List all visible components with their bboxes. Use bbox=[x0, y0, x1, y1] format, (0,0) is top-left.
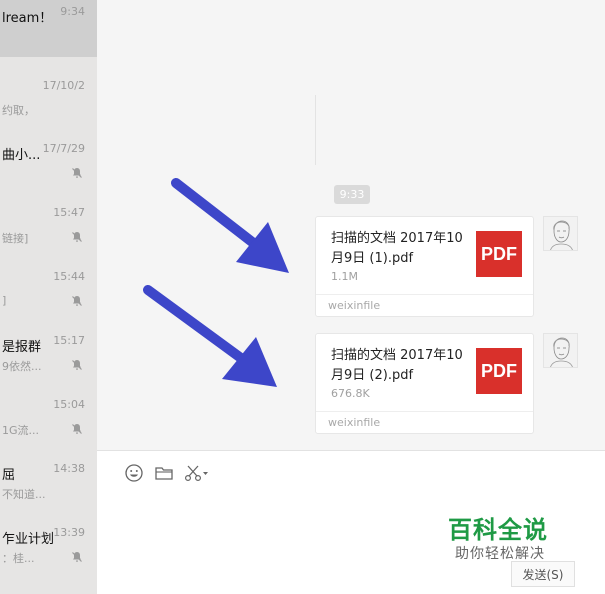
mute-bell-icon bbox=[72, 168, 82, 178]
chat-time: 15:44 bbox=[53, 270, 85, 283]
watermark-logo-text: 百科全说 bbox=[448, 516, 548, 544]
pdf-file-icon: PDF bbox=[476, 348, 522, 394]
chat-list-item[interactable]: 17/10/2 约取， bbox=[0, 68, 97, 132]
pdf-file-icon: PDF bbox=[476, 231, 522, 277]
avatar[interactable] bbox=[543, 333, 578, 368]
chat-name: 屈 bbox=[2, 468, 16, 483]
emoji-icon[interactable] bbox=[124, 463, 144, 483]
chat-time: 17/7/29 bbox=[42, 142, 85, 155]
chat-time: 15:04 bbox=[53, 398, 85, 411]
chat-preview: 1G流... bbox=[2, 424, 40, 437]
chat-time: 9:34 bbox=[60, 5, 85, 18]
chat-time: 14:38 bbox=[53, 462, 85, 475]
mute-bell-icon bbox=[72, 552, 82, 562]
scissors-icon[interactable] bbox=[184, 463, 210, 483]
chat-list-item[interactable]: 15:47 链接] bbox=[0, 194, 97, 258]
chat-list-sidebar: lream！ 9:34 17/10/2 约取， 曲小... 17/7/29 15… bbox=[0, 0, 97, 594]
avatar-sketch-icon bbox=[550, 337, 573, 367]
file-source: weixinfile bbox=[328, 299, 381, 312]
card-divider bbox=[316, 411, 533, 412]
watermark-subtitle: 助你轻松解决 bbox=[455, 546, 545, 562]
file-size: 1.1M bbox=[331, 270, 358, 283]
chat-preview: 约取， bbox=[2, 104, 35, 117]
file-source: weixinfile bbox=[328, 416, 381, 429]
mute-bell-icon bbox=[72, 360, 82, 370]
chat-preview: 链接] bbox=[2, 232, 29, 245]
folder-icon[interactable] bbox=[154, 463, 174, 483]
chat-list-item[interactable]: 屈 14:38 不知道... bbox=[0, 450, 97, 514]
file-name: 扫描的文档 2017年10月9日 (1).pdf bbox=[331, 231, 463, 266]
chat-list-item[interactable]: 曲小... 17/7/29 bbox=[0, 130, 97, 194]
file-name: 扫描的文档 2017年10月9日 (2).pdf bbox=[331, 348, 463, 383]
chat-time: 15:47 bbox=[53, 206, 85, 219]
mute-bell-icon bbox=[72, 296, 82, 306]
chat-name: 曲小... bbox=[2, 148, 41, 163]
chat-name: 是报群 bbox=[2, 340, 42, 355]
mute-bell-icon bbox=[72, 424, 82, 434]
card-divider bbox=[316, 294, 533, 295]
time-separator: 9:33 bbox=[334, 185, 370, 204]
chat-list-item[interactable]: lream！ 9:34 bbox=[0, 0, 97, 57]
file-message-card[interactable]: 扫描的文档 2017年10月9日 (2).pdf 676.8K PDF weix… bbox=[315, 333, 534, 434]
chat-preview: ：桂... bbox=[2, 552, 35, 565]
chat-preview: ] bbox=[2, 294, 7, 307]
chat-name: 乍业计划 bbox=[2, 532, 55, 547]
file-message-card[interactable]: 扫描的文档 2017年10月9日 (1).pdf 1.1M PDF weixin… bbox=[315, 216, 534, 317]
chat-preview: 不知道... bbox=[2, 488, 46, 501]
avatar[interactable] bbox=[543, 216, 578, 251]
avatar-sketch-icon bbox=[550, 220, 573, 250]
chat-time: 17/10/2 bbox=[42, 79, 85, 92]
divider bbox=[315, 95, 316, 165]
chat-list-item[interactable]: 15:04 1G流... bbox=[0, 386, 97, 450]
file-size: 676.8K bbox=[331, 387, 370, 400]
chat-time: 13:39 bbox=[53, 526, 85, 539]
send-button[interactable]: 发送(S) bbox=[511, 561, 575, 587]
chat-list-item[interactable]: 15:44 ] bbox=[0, 258, 97, 322]
chat-name: lream！ bbox=[2, 11, 53, 26]
chat-time: 15:17 bbox=[53, 334, 85, 347]
mute-bell-icon bbox=[72, 232, 82, 242]
chat-preview: 9依然... bbox=[2, 360, 42, 373]
chat-list-item[interactable]: 乍业计划 13:39 ：桂... bbox=[0, 514, 97, 578]
chat-list-item[interactable]: 是报群 15:17 9依然... bbox=[0, 322, 97, 386]
